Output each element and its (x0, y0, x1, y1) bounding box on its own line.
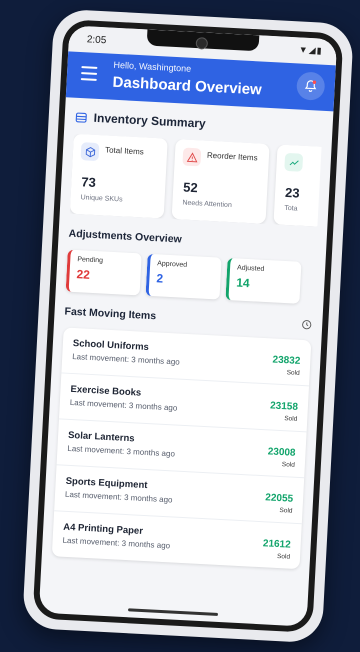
stat-value: 23 (284, 184, 300, 201)
item-last-movement: Last movement: 3 months ago (72, 351, 180, 367)
item-last-movement: Last movement: 3 months ago (69, 397, 178, 413)
stat-subtext: Needs Attention (182, 199, 232, 210)
box-icon (80, 142, 100, 162)
home-indicator[interactable] (127, 608, 219, 616)
adjustment-value: 2 (156, 271, 164, 286)
item-name: Solar Lanterns (67, 429, 135, 445)
stat-card-total-items[interactable]: Total Items 73 Unique SKUs (69, 133, 168, 219)
adjustments-overview-heading: Adjustments Overview (68, 227, 183, 246)
item-last-movement: Last movement: 3 months ago (64, 489, 173, 505)
stat-label (309, 156, 322, 159)
adjustment-card-adjusted[interactable]: Adjusted 14 (225, 257, 302, 304)
item-sold-label: Sold (284, 415, 298, 423)
adjustment-label: Adjusted (236, 264, 265, 273)
item-sold-label: Sold (286, 369, 300, 377)
stat-value: 73 (81, 174, 97, 190)
fast-moving-list: School Uniforms Last movement: 3 months … (51, 327, 312, 570)
adjustment-label: Approved (157, 260, 188, 269)
fast-moving-heading: Fast Moving Items (64, 305, 157, 323)
item-sold-label: Sold (279, 507, 293, 515)
trend-icon (284, 152, 304, 172)
dashboard-content: Inventory Summary Total Items 73 Unique … (41, 97, 333, 581)
bell-icon (304, 80, 317, 92)
item-sold-count: 23832 (272, 354, 301, 367)
hamburger-menu-icon[interactable] (80, 66, 98, 81)
stat-value: 52 (182, 179, 199, 196)
item-last-movement: Last movement: 3 months ago (62, 535, 171, 551)
adjustment-label: Pending (77, 256, 104, 265)
item-sold-label: Sold (276, 552, 291, 561)
adjustment-value: 14 (235, 275, 251, 291)
app-screen: 2:05 ▼◢▮ Hello, Washingtone Dashboard Ov… (38, 25, 338, 627)
item-sold-count: 22055 (265, 492, 294, 505)
adjustment-value: 22 (76, 267, 91, 282)
notifications-button[interactable] (296, 71, 326, 101)
stat-subtext: Tota (284, 204, 298, 213)
item-name: A4 Printing Paper (63, 521, 144, 537)
stat-label: Total Items (104, 145, 144, 157)
stat-card-total-partial[interactable]: 23 Tota (273, 144, 322, 227)
warning-icon (182, 147, 202, 167)
item-sold-count: 23008 (267, 446, 296, 459)
adjustment-card-pending[interactable]: Pending 22 (65, 249, 142, 296)
item-sold-count: 23158 (269, 400, 299, 413)
status-time: 2:05 (86, 34, 107, 47)
inventory-summary-heading: Inventory Summary (74, 110, 322, 137)
section-title-text: Inventory Summary (93, 110, 207, 131)
stat-card-reorder-items[interactable]: Reorder Items 52 Needs Attention (171, 139, 270, 224)
adjustments-row: Pending 22 Approved 2 Adjusted 14 (65, 249, 316, 305)
item-last-movement: Last movement: 3 months ago (67, 443, 176, 459)
adjustment-card-approved[interactable]: Approved 2 (145, 253, 222, 300)
stat-label: Reorder Items (206, 150, 258, 163)
page-title: Dashboard Overview (112, 73, 263, 99)
clock-icon[interactable] (301, 318, 313, 330)
stat-subtext: Unique SKUs (80, 194, 123, 204)
item-name: Sports Equipment (65, 475, 148, 492)
item-sold-count: 21612 (262, 538, 291, 551)
inventory-stats-row: Total Items 73 Unique SKUs Reorder Items… (69, 133, 322, 227)
item-name: Exercise Books (70, 383, 142, 399)
system-status-icons: ▼◢▮ (298, 44, 323, 56)
item-sold-label: Sold (281, 461, 296, 469)
phone-device: 2:05 ▼◢▮ Hello, Washingtone Dashboard Ov… (21, 8, 355, 644)
item-name: School Uniforms (72, 338, 150, 353)
greeting-text: Hello, Washingtone (113, 59, 192, 74)
fast-moving-header: Fast Moving Items (64, 306, 312, 331)
layers-icon (75, 112, 87, 123)
